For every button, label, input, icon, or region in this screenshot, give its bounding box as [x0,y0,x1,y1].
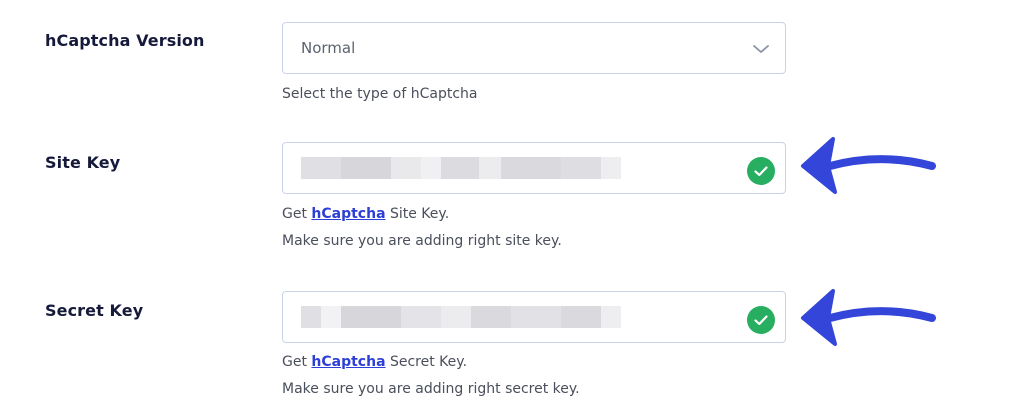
hcaptcha-version-help: Select the type of hCaptcha [282,86,478,102]
secret-key-help-line2: Make sure you are adding right secret ke… [282,381,580,397]
site-key-help-line2: Make sure you are adding right site key. [282,233,562,249]
site-key-help: Get hCaptcha Site Key. [282,206,449,222]
secret-key-help: Get hCaptcha Secret Key. [282,354,467,370]
hcaptcha-version-select[interactable]: Normal [282,22,786,74]
valid-check-icon [747,157,775,185]
help-text: Get [282,206,312,222]
help-text: Secret Key. [385,354,468,370]
hcaptcha-version-label: hCaptcha Version [45,31,205,50]
secret-key-input[interactable] [282,291,786,343]
help-text: Get [282,354,312,370]
pointer-arrow-icon [801,137,936,194]
chevron-down-icon [753,45,769,53]
valid-check-icon [747,306,775,334]
pointer-arrow-icon [801,289,936,346]
hcaptcha-site-key-link[interactable]: hCaptcha [311,206,385,222]
site-key-label: Site Key [45,153,121,172]
help-text: Site Key. [385,206,450,222]
select-value: Normal [301,39,356,57]
secret-key-label: Secret Key [45,301,144,320]
site-key-input[interactable] [282,142,786,194]
secret-key-value-redacted [301,304,641,330]
hcaptcha-secret-key-link[interactable]: hCaptcha [311,354,385,370]
site-key-value-redacted [301,155,641,181]
